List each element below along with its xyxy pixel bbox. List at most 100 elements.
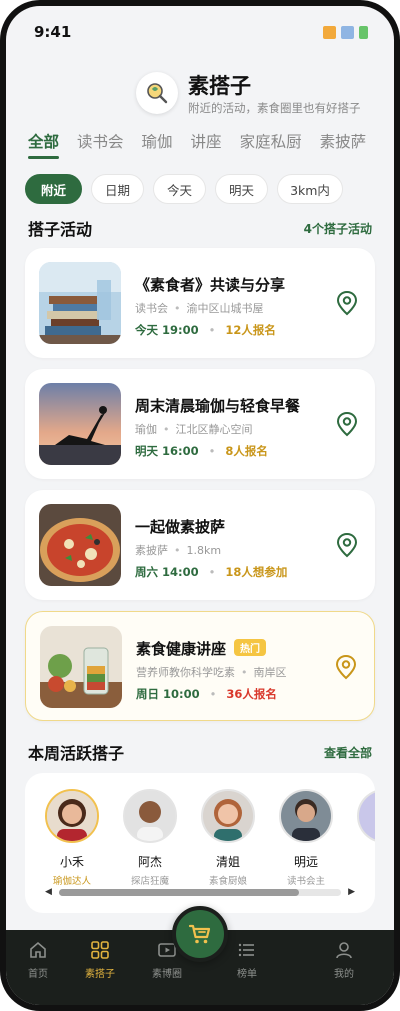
avatar — [123, 789, 177, 843]
partner-name: 小禾 — [59, 855, 84, 869]
partner-role: 读书会主 — [286, 876, 325, 887]
user-icon — [336, 942, 352, 959]
list-icon — [238, 943, 254, 957]
activity-card-yoga[interactable]: 周末清晨瑜伽与轻食早餐 瑜伽 • 江北区静心空间 明天 16:00 • 8人报名 — [25, 369, 375, 479]
avatar — [357, 789, 375, 843]
activity-location: 南岸区 — [253, 666, 287, 679]
activity-time: 今天 19:00 — [135, 323, 199, 337]
activity-title-text: 素食健康讲座 — [136, 640, 227, 658]
activity-signup-count: 12人报名 — [225, 323, 276, 337]
filter-bar: 附近 日期 今天 明天 3km内 — [25, 174, 394, 204]
activity-meta: 读书会 • 渝中区山城书屋 — [135, 302, 264, 315]
tabbar-label: 榜单 — [237, 969, 257, 980]
tabbar-rankings[interactable]: 榜单 — [217, 940, 277, 980]
activity-location: 1.8km — [186, 544, 222, 557]
activity-info: 今天 19:00 • 12人报名 — [135, 323, 276, 337]
partners-section-header: 本周活跃搭子 查看全部 — [28, 741, 372, 763]
partner-role: 瑜伽达人 — [52, 876, 91, 887]
activity-thumbnail — [39, 262, 121, 344]
scrollbar-thumb[interactable] — [59, 889, 299, 896]
tab-yoga[interactable]: 瑜伽 — [142, 126, 173, 162]
activity-card-book-club[interactable]: 《素食者》共读与分享 读书会 • 渝中区山城书屋 今天 19:00 • 12人报名 — [25, 248, 375, 358]
filter-today[interactable]: 今天 — [153, 174, 206, 204]
activity-info: 周日 10:00 • 36人报名 — [136, 687, 277, 701]
location-pin-icon[interactable] — [335, 411, 359, 437]
activity-location: 江北区静心空间 — [175, 423, 253, 436]
filter-nearby[interactable]: 附近 — [25, 174, 82, 204]
wifi-icon — [341, 25, 354, 39]
filter-tomorrow[interactable]: 明天 — [215, 174, 268, 204]
activity-meta: 素披萨 • 1.8km — [135, 544, 222, 557]
partner-name: 清姐 — [215, 855, 240, 869]
activity-card-pizza[interactable]: 一起做素披萨 素披萨 • 1.8km 周六 14:00 • 18人想参加 — [25, 490, 375, 600]
activity-location: 渝中区山城书屋 — [186, 302, 264, 315]
status-time: 9:41 — [34, 23, 72, 41]
app-header: 素搭子 附近的活动，素食圈里也有好搭子 — [6, 68, 394, 118]
grid-icon — [91, 941, 109, 959]
tabbar-home[interactable]: 首页 — [8, 940, 68, 980]
tab-home-kitchen[interactable]: 家庭私厨 — [240, 126, 302, 162]
tabbar-su-dazi[interactable]: 素搭子 — [70, 940, 130, 980]
activity-time: 周日 10:00 — [136, 687, 200, 701]
tab-lecture[interactable]: 讲座 — [191, 126, 222, 162]
partners-list: 小禾 瑜伽达人 阿杰 探店狂魔 清姐 素食厨娘 明远 读书会主 — [45, 789, 375, 887]
app-title: 素搭子 — [188, 74, 251, 98]
partners-scrollbar[interactable]: ◀ ▶ — [45, 887, 355, 897]
activities-count-link[interactable]: 4个搭子活动 — [304, 220, 372, 237]
avatar — [201, 789, 255, 843]
activity-thumbnail — [40, 626, 122, 708]
status-bar: 9:41 — [6, 6, 394, 58]
cart-icon — [188, 924, 211, 944]
location-pin-icon[interactable] — [334, 654, 358, 680]
cart-button[interactable] — [172, 906, 228, 962]
location-pin-icon[interactable] — [335, 290, 359, 316]
filter-date[interactable]: 日期 — [91, 174, 144, 204]
signal-icon — [323, 25, 336, 39]
activity-time: 明天 16:00 — [135, 444, 199, 458]
tabbar-label: 我的 — [334, 969, 354, 980]
activity-info: 周六 14:00 • 18人想参加 — [135, 565, 288, 579]
scroll-right-icon[interactable]: ▶ — [348, 887, 355, 897]
hot-badge: 热门 — [234, 639, 267, 656]
partner-item[interactable]: 小禾 瑜伽达人 — [45, 789, 99, 887]
app-logo-icon — [136, 72, 178, 114]
tabbar-profile[interactable]: 我的 — [314, 940, 374, 980]
activity-signup-count: 18人想参加 — [225, 565, 288, 579]
partner-role: 素食厨娘 — [208, 876, 247, 887]
tab-all[interactable]: 全部 — [28, 126, 60, 162]
partner-item[interactable]: 明远 读书会主 — [279, 789, 333, 887]
activity-category: 素披萨 — [135, 544, 168, 557]
tabbar-label: 素博圈 — [152, 969, 182, 980]
tab-vegan-pizza[interactable]: 素披萨 — [320, 126, 367, 162]
activity-title: 一起做素披萨 — [135, 518, 226, 536]
tab-book-club[interactable]: 读书会 — [77, 126, 124, 162]
partner-name: 阿杰 — [137, 855, 162, 869]
app-screen: 9:41 素搭子 附近的活动，素食圈里也有好搭子 全部 读书会 瑜伽 讲座 家庭… — [6, 6, 394, 1005]
location-pin-icon[interactable] — [335, 532, 359, 558]
scroll-left-icon[interactable]: ◀ — [45, 887, 52, 897]
activity-thumbnail — [39, 383, 121, 465]
activity-info: 明天 16:00 • 8人报名 — [135, 444, 268, 458]
category-tabs: 全部 读书会 瑜伽 讲座 家庭私厨 素披萨 — [28, 126, 394, 162]
tabbar-label: 素搭子 — [85, 969, 115, 980]
activity-signup-count: 36人报名 — [226, 687, 277, 701]
partner-item[interactable]: 阿杰 探店狂魔 — [123, 789, 177, 887]
activities-section-title: 搭子活动 — [28, 220, 93, 239]
avatar — [45, 789, 99, 843]
battery-icon — [359, 25, 368, 39]
app-subtitle: 附近的活动，素食圈里也有好搭子 — [188, 101, 361, 115]
view-all-link[interactable]: 查看全部 — [324, 744, 372, 761]
avatar — [279, 789, 333, 843]
filter-3km[interactable]: 3km内 — [277, 174, 343, 204]
partners-section-title: 本周活跃搭子 — [28, 744, 125, 763]
activity-meta: 瑜伽 • 江北区静心空间 — [135, 423, 253, 436]
partner-item[interactable]: 清姐 素食厨娘 — [201, 789, 255, 887]
activity-title: 素食健康讲座 热门 — [136, 638, 267, 659]
phone-frame: 9:41 素搭子 附近的活动，素食圈里也有好搭子 全部 读书会 瑜伽 讲座 家庭… — [0, 0, 400, 1011]
partner-item[interactable] — [357, 789, 375, 887]
activity-title: 周末清晨瑜伽与轻食早餐 — [135, 397, 301, 415]
activity-signup-count: 8人报名 — [225, 444, 268, 458]
activity-meta: 营养师教你科学吃素 • 南岸区 — [136, 666, 287, 679]
status-icons — [323, 25, 368, 39]
activity-card-lecture[interactable]: 素食健康讲座 热门 营养师教你科学吃素 • 南岸区 周日 10:00 • 36人报名 — [25, 611, 375, 721]
